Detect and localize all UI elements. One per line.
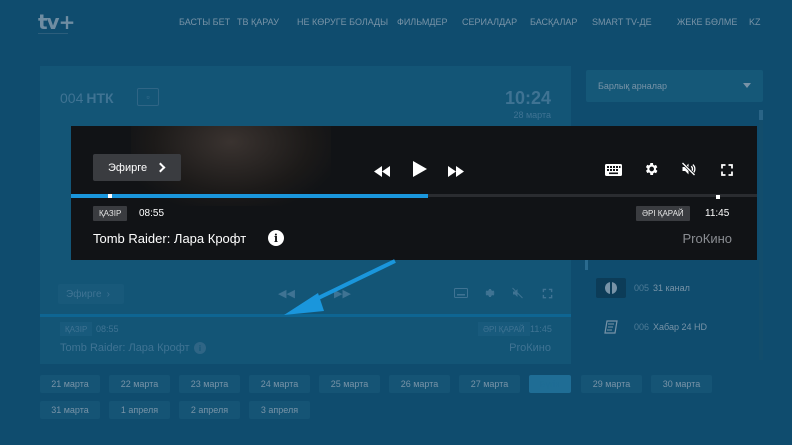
nav-other[interactable]: БАСҚАЛАР [530, 17, 577, 27]
date-pill[interactable]: 2 апреля [179, 401, 240, 419]
date-pill[interactable]: 25 марта [319, 375, 380, 393]
bg-program-title: Tomb Raider: Лара Крофт [60, 342, 190, 354]
date-pill[interactable]: 31 марта [40, 401, 100, 419]
date-pill[interactable]: 26 марта [389, 375, 450, 393]
date-pill[interactable]: 21 марта [40, 375, 100, 393]
live-label: Эфирге [108, 161, 148, 174]
channel-logo-icon [596, 317, 626, 337]
channel-filter-value: Барлық арналар [598, 81, 668, 91]
channel-list-item[interactable]: 005 31 канал [596, 277, 690, 299]
channel-logo-icon [596, 278, 626, 298]
fast-forward-icon[interactable] [448, 164, 464, 182]
bg-keyboard-icon[interactable] [454, 288, 468, 301]
bg-chevron-right-icon: › [106, 288, 110, 300]
bg-date: 28 марта [513, 110, 551, 120]
channel-number: 006 [634, 322, 650, 332]
bg-now-badge: ҚАЗІР [60, 322, 93, 336]
sidebar-scrollbar[interactable] [759, 110, 763, 360]
channel-name: 31 канал [653, 283, 690, 293]
bg-info-icon[interactable]: i [194, 342, 206, 354]
bg-channel-name: НТК [86, 90, 114, 106]
bg-channel-id: 004 НТК [60, 90, 114, 106]
sidebar-accent [585, 260, 588, 270]
nav-smart-tv[interactable]: SMART TV-ДЕ [592, 17, 652, 27]
play-icon[interactable] [413, 161, 427, 182]
date-pill[interactable]: 1 апреля [109, 401, 170, 419]
chevron-right-icon [155, 162, 166, 173]
date-pill[interactable]: 30 марта [651, 375, 712, 393]
date-pill[interactable]: 22 марта [109, 375, 170, 393]
now-badge: ҚАЗІР [93, 206, 128, 221]
bg-subtitle-icon[interactable]: ▫ [137, 88, 159, 106]
bg-fullscreen-icon[interactable] [542, 288, 553, 302]
bg-mute-icon[interactable] [511, 287, 524, 302]
bg-end-time: 11:45 [530, 324, 552, 334]
main-nav: БАСТЫ БЕТ ТВ ҚАРАУ НЕ КӨРУГЕ БОЛАДЫ ФИЛЬ… [0, 17, 792, 31]
date-pill[interactable]: 23 марта [179, 375, 240, 393]
nav-series[interactable]: СЕРИАЛДАР [462, 17, 517, 27]
channel-filter-select[interactable]: Барлық арналар [586, 70, 763, 102]
bg-live-button[interactable]: Эфирге › [58, 284, 124, 304]
date-pill-today[interactable]: Бүгін [529, 375, 571, 393]
bg-channel-number: 004 [60, 90, 84, 106]
channel-name: Хабар 24 HD [653, 322, 708, 332]
bg-clock: 10:24 [504, 88, 551, 108]
nav-home[interactable]: БАСТЫ БЕТ [179, 17, 230, 27]
keyboard-icon[interactable] [605, 163, 622, 181]
bg-channel-label: ProКино [509, 342, 551, 354]
gear-icon[interactable] [643, 161, 659, 182]
nav-account[interactable]: ЖЕКЕ БӨЛМЕ [677, 17, 737, 27]
info-icon[interactable]: i [268, 230, 284, 246]
program-start-time: 08:55 [139, 208, 165, 219]
fullscreen-icon[interactable] [721, 163, 733, 181]
next-badge: ӘРІ ҚАРАЙ [636, 206, 690, 221]
player-controls-zoom: Эфирге ҚАЗІР 08:55 ӘРІ ҚАРАЙ 11:45 Tomb … [71, 126, 757, 260]
callout-arrow-icon [284, 259, 396, 315]
channel-list-item[interactable]: 006 Хабар 24 HD [596, 316, 707, 338]
bg-start-time: 08:55 [96, 324, 119, 334]
nav-watch-tv[interactable]: ТВ ҚАРАУ [237, 17, 279, 27]
sidebar-scroll-thumb[interactable] [759, 110, 763, 120]
date-pill[interactable]: 29 марта [581, 375, 642, 393]
date-pill[interactable]: 24 марта [249, 375, 310, 393]
nav-what-to-watch[interactable]: НЕ КӨРУГЕ БОЛАДЫ [297, 17, 388, 27]
nav-language[interactable]: KZ [749, 17, 761, 27]
nav-movies[interactable]: ФИЛЬМДЕР [397, 17, 448, 27]
bg-gear-icon[interactable] [483, 287, 495, 302]
program-end-time: 11:45 [705, 208, 730, 219]
program-title: Tomb Raider: Лара Крофт [93, 231, 247, 246]
bg-live-label: Эфирге [66, 288, 102, 300]
date-pill[interactable]: 27 марта [459, 375, 520, 393]
date-pill[interactable]: 3 апреля [249, 401, 310, 419]
bg-next-badge: ӘРІ ҚАРАЙ [478, 322, 530, 336]
live-button[interactable]: Эфирге [93, 154, 181, 181]
progress-end-marker [716, 195, 720, 199]
rewind-icon[interactable] [374, 164, 390, 182]
channel-label: ProКино [682, 231, 732, 246]
progress-fill[interactable] [71, 194, 428, 198]
chevron-down-icon [743, 83, 751, 88]
progress-start-marker [108, 194, 112, 198]
logo-subtext: —————— [38, 31, 68, 37]
mute-icon[interactable] [680, 161, 697, 182]
channel-number: 005 [634, 283, 650, 293]
